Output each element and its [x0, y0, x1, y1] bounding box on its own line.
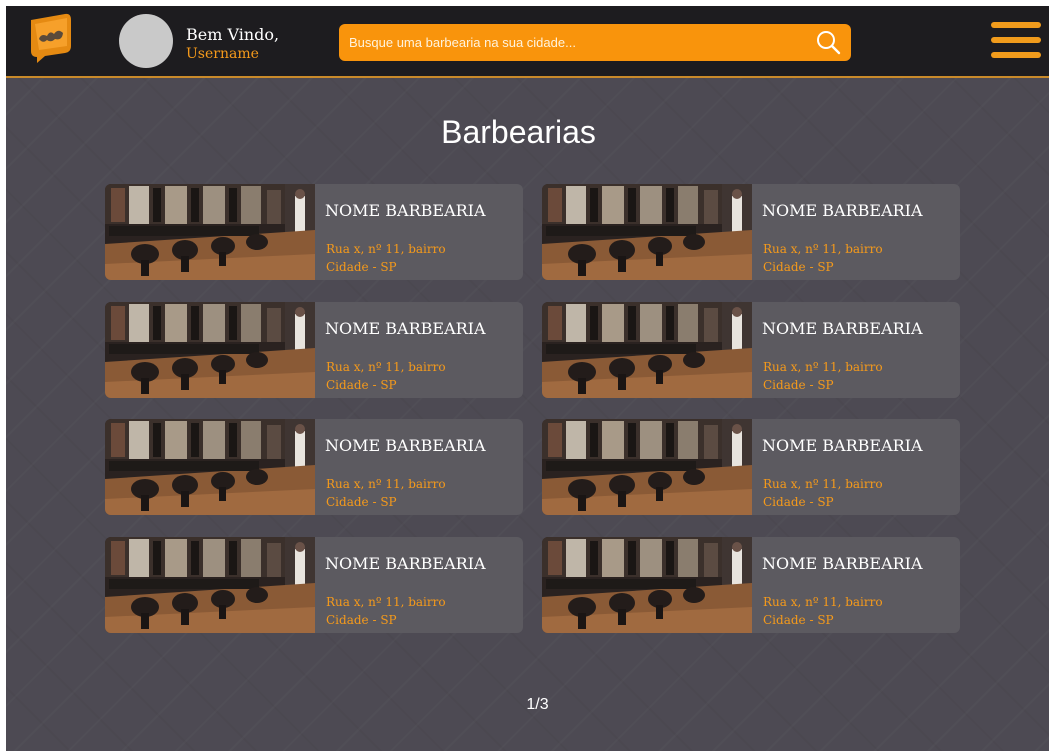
- barbershop-city: Cidade - SP: [763, 613, 834, 627]
- barbershop-city: Cidade - SP: [763, 378, 834, 392]
- barbershop-card[interactable]: NOME BARBEARIA Rua x, nº 11, bairro Cida…: [542, 537, 960, 633]
- barbershop-city: Cidade - SP: [326, 613, 397, 627]
- barbershop-card[interactable]: NOME BARBEARIA Rua x, nº 11, bairro Cida…: [542, 302, 960, 398]
- barbershop-address: Rua x, nº 11, bairro: [326, 477, 446, 491]
- barbershop-name: NOME BARBEARIA: [325, 201, 486, 220]
- barbershop-address: Rua x, nº 11, bairro: [763, 242, 883, 256]
- barbershop-name: NOME BARBEARIA: [325, 436, 486, 455]
- barbershop-name: NOME BARBEARIA: [325, 554, 486, 573]
- barbershop-card[interactable]: NOME BARBEARIA Rua x, nº 11, bairro Cida…: [105, 537, 523, 633]
- barbershop-name: NOME BARBEARIA: [762, 201, 923, 220]
- barbershop-photo: [105, 184, 315, 280]
- mustache-chat-logo-icon[interactable]: [27, 12, 73, 64]
- barbershop-address: Rua x, nº 11, bairro: [326, 242, 446, 256]
- barbershop-photo: [542, 419, 752, 515]
- top-bar: Bem Vindo, Username: [6, 6, 1049, 78]
- search-bar: [339, 24, 851, 61]
- barbershop-address: Rua x, nº 11, bairro: [763, 477, 883, 491]
- app-frame: Bem Vindo, Username Barbearias: [6, 6, 1049, 751]
- barbershop-photo: [105, 302, 315, 398]
- barbershop-city: Cidade - SP: [326, 378, 397, 392]
- username-link[interactable]: Username: [186, 46, 259, 62]
- barbershop-card[interactable]: NOME BARBEARIA Rua x, nº 11, bairro Cida…: [542, 419, 960, 515]
- barbershop-photo: [105, 419, 315, 515]
- barbershop-address: Rua x, nº 11, bairro: [763, 595, 883, 609]
- search-icon[interactable]: [815, 29, 841, 55]
- barbershop-name: NOME BARBEARIA: [762, 554, 923, 573]
- avatar[interactable]: [119, 14, 173, 68]
- hamburger-menu-icon[interactable]: [991, 20, 1041, 60]
- barbershop-name: NOME BARBEARIA: [762, 436, 923, 455]
- barbershop-city: Cidade - SP: [763, 260, 834, 274]
- barbershop-address: Rua x, nº 11, bairro: [326, 360, 446, 374]
- barbershop-address: Rua x, nº 11, bairro: [763, 360, 883, 374]
- barbershop-photo: [542, 302, 752, 398]
- barbershop-card[interactable]: NOME BARBEARIA Rua x, nº 11, bairro Cida…: [105, 302, 523, 398]
- barbershop-photo: [105, 537, 315, 633]
- barbershop-card[interactable]: NOME BARBEARIA Rua x, nº 11, bairro Cida…: [105, 419, 523, 515]
- search-input[interactable]: [339, 24, 799, 61]
- barbershop-card[interactable]: NOME BARBEARIA Rua x, nº 11, bairro Cida…: [542, 184, 960, 280]
- page-title: Barbearias: [441, 114, 596, 150]
- barbershop-name: NOME BARBEARIA: [762, 319, 923, 338]
- barbershop-address: Rua x, nº 11, bairro: [326, 595, 446, 609]
- barbershop-city: Cidade - SP: [763, 495, 834, 509]
- barbershop-city: Cidade - SP: [326, 260, 397, 274]
- pagination-indicator[interactable]: 1/3: [6, 696, 1049, 714]
- barbershop-photo: [542, 537, 752, 633]
- barbershop-name: NOME BARBEARIA: [325, 319, 486, 338]
- barbershop-card[interactable]: NOME BARBEARIA Rua x, nº 11, bairro Cida…: [105, 184, 523, 280]
- barbershop-photo: [542, 184, 752, 280]
- welcome-text: Bem Vindo,: [186, 25, 280, 44]
- barbershop-city: Cidade - SP: [326, 495, 397, 509]
